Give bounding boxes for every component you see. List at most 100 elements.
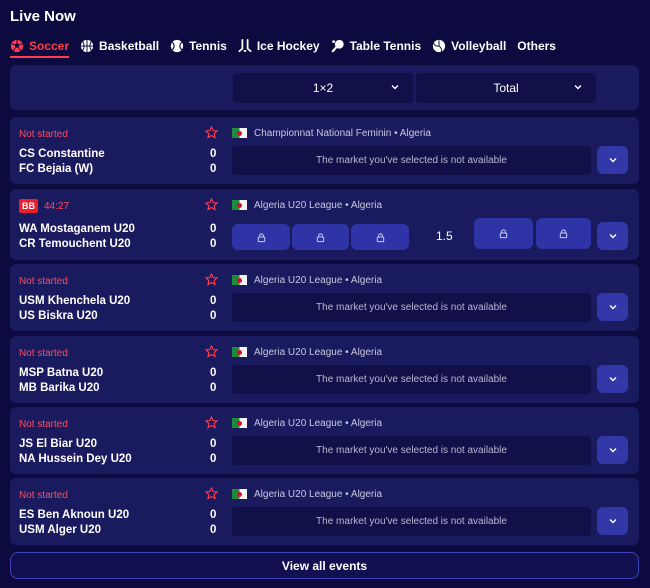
away-score: 0	[210, 238, 217, 250]
tab-label: Ice Hockey	[256, 39, 320, 53]
view-all-events-button[interactable]: View all events	[10, 552, 639, 579]
home-team: WA Mostaganem U20	[19, 223, 135, 235]
live-time: 44:27	[44, 200, 70, 212]
match-status: Not started	[19, 129, 68, 140]
expand-markets-button[interactable]	[597, 146, 628, 174]
lock-icon	[376, 232, 384, 242]
chevron-down-icon	[574, 85, 582, 90]
match-status: Not started	[19, 490, 68, 501]
market-header: 1×2 Total	[10, 65, 639, 110]
volleyball-icon	[433, 39, 446, 53]
favorite-star-icon[interactable]	[205, 126, 218, 139]
favorite-star-icon[interactable]	[205, 345, 218, 358]
event-row[interactable]: BB 44:27 WA Mostaganem U20 0 CR Temouche…	[10, 189, 639, 260]
sport-tabs: Soccer Basketball Tennis Ice Hockey Tabl…	[10, 34, 567, 58]
tennis-ball-icon	[170, 39, 184, 53]
away-team: NA Hussein Dey U20	[19, 453, 132, 465]
favorite-star-icon[interactable]	[205, 198, 218, 211]
tab-soccer[interactable]: Soccer	[10, 34, 70, 58]
favorite-star-icon[interactable]	[205, 487, 218, 500]
league-name: Algeria U20 League • Algeria	[254, 347, 383, 358]
expand-markets-button[interactable]	[597, 507, 628, 535]
event-row[interactable]: Not started CS Constantine 0 FC Bejaia (…	[10, 117, 639, 184]
market-unavailable: The market you've selected is not availa…	[232, 507, 591, 536]
tab-label: Volleyball	[451, 39, 507, 53]
market-unavailable: The market you've selected is not availa…	[232, 293, 591, 322]
market-select-1x2[interactable]: 1×2	[233, 73, 413, 103]
away-team: MB Barika U20	[19, 382, 100, 394]
page-title: Live Now	[10, 8, 76, 25]
market-select-label: Total	[493, 81, 519, 95]
away-team: US Biskra U20	[19, 310, 98, 322]
match-status: Not started	[19, 419, 68, 430]
home-score: 0	[210, 223, 217, 235]
odds-locked-over[interactable]	[474, 218, 533, 249]
chevron-down-icon	[609, 305, 616, 310]
favorite-star-icon[interactable]	[205, 416, 218, 429]
home-team: JS El Biar U20	[19, 438, 97, 450]
market-unavailable: The market you've selected is not availa…	[232, 365, 591, 394]
odds-locked-x[interactable]	[292, 224, 349, 250]
away-score: 0	[210, 382, 217, 394]
tab-label: Table Tennis	[349, 39, 422, 53]
expand-markets-button[interactable]	[597, 293, 628, 321]
league-name: Algeria U20 League • Algeria	[254, 489, 383, 500]
algeria-flag-icon	[232, 418, 247, 428]
away-team: USM Alger U20	[19, 524, 102, 536]
event-row[interactable]: Not started USM Khenchela U20 0 US Biskr…	[10, 264, 639, 331]
odds-locked-1[interactable]	[232, 224, 290, 250]
tab-label: Soccer	[29, 39, 70, 53]
lock-icon	[316, 232, 325, 242]
expand-markets-button[interactable]	[597, 222, 628, 250]
lock-icon	[499, 229, 508, 239]
algeria-flag-icon	[232, 347, 247, 357]
chevron-down-icon	[609, 519, 616, 524]
algeria-flag-icon	[232, 275, 247, 285]
market-select-total[interactable]: Total	[416, 73, 596, 103]
tab-label: Basketball	[99, 39, 160, 53]
home-score: 0	[210, 295, 217, 307]
away-team: CR Temouchent U20	[19, 238, 131, 250]
tab-ice-hockey[interactable]: Ice Hockey	[238, 35, 320, 57]
expand-markets-button[interactable]	[597, 436, 628, 464]
chevron-down-icon	[391, 85, 399, 90]
match-status: Not started	[19, 348, 68, 359]
expand-markets-button[interactable]	[597, 365, 628, 393]
algeria-flag-icon	[232, 489, 247, 499]
away-score: 0	[210, 163, 217, 175]
tab-label: Others	[517, 39, 556, 53]
live-badge: BB	[19, 199, 38, 213]
favorite-star-icon[interactable]	[205, 273, 218, 286]
tab-basketball[interactable]: Basketball	[80, 35, 159, 57]
chevron-down-icon	[609, 377, 616, 382]
away-score: 0	[210, 453, 217, 465]
league-name: Algeria U20 League • Algeria	[254, 200, 383, 211]
league-name: Algeria U20 League • Algeria	[254, 418, 383, 429]
home-team: USM Khenchela U20	[19, 295, 131, 307]
odds-locked-under[interactable]	[536, 218, 591, 249]
home-score: 0	[210, 438, 217, 450]
event-row[interactable]: Not started JS El Biar U20 0 NA Hussein …	[10, 407, 639, 474]
algeria-flag-icon	[232, 200, 247, 210]
soccer-ball-icon	[10, 39, 24, 53]
event-row[interactable]: Not started MSP Batna U20 0 MB Barika U2…	[10, 336, 639, 403]
total-line: 1.5	[436, 229, 453, 243]
away-team: FC Bejaia (W)	[19, 163, 94, 175]
odds-locked-2[interactable]	[351, 224, 409, 250]
away-score: 0	[210, 310, 217, 322]
chevron-down-icon	[609, 448, 616, 453]
chevron-down-icon	[609, 234, 616, 239]
tab-volleyball[interactable]: Volleyball	[432, 35, 506, 57]
league-name: Algeria U20 League • Algeria	[254, 275, 383, 286]
algeria-flag-icon	[232, 128, 247, 138]
event-row[interactable]: Not started ES Ben Aknoun U20 0 USM Alge…	[10, 478, 639, 545]
match-status: Not started	[19, 276, 68, 287]
tab-label: Tennis	[189, 39, 227, 53]
tab-others[interactable]: Others	[517, 35, 556, 57]
tab-tennis[interactable]: Tennis	[170, 35, 227, 57]
hockey-stick-icon	[238, 39, 252, 53]
lock-icon	[559, 229, 568, 239]
away-score: 0	[210, 524, 217, 536]
tab-table-tennis[interactable]: Table Tennis	[331, 35, 422, 57]
home-team: CS Constantine	[19, 148, 105, 160]
